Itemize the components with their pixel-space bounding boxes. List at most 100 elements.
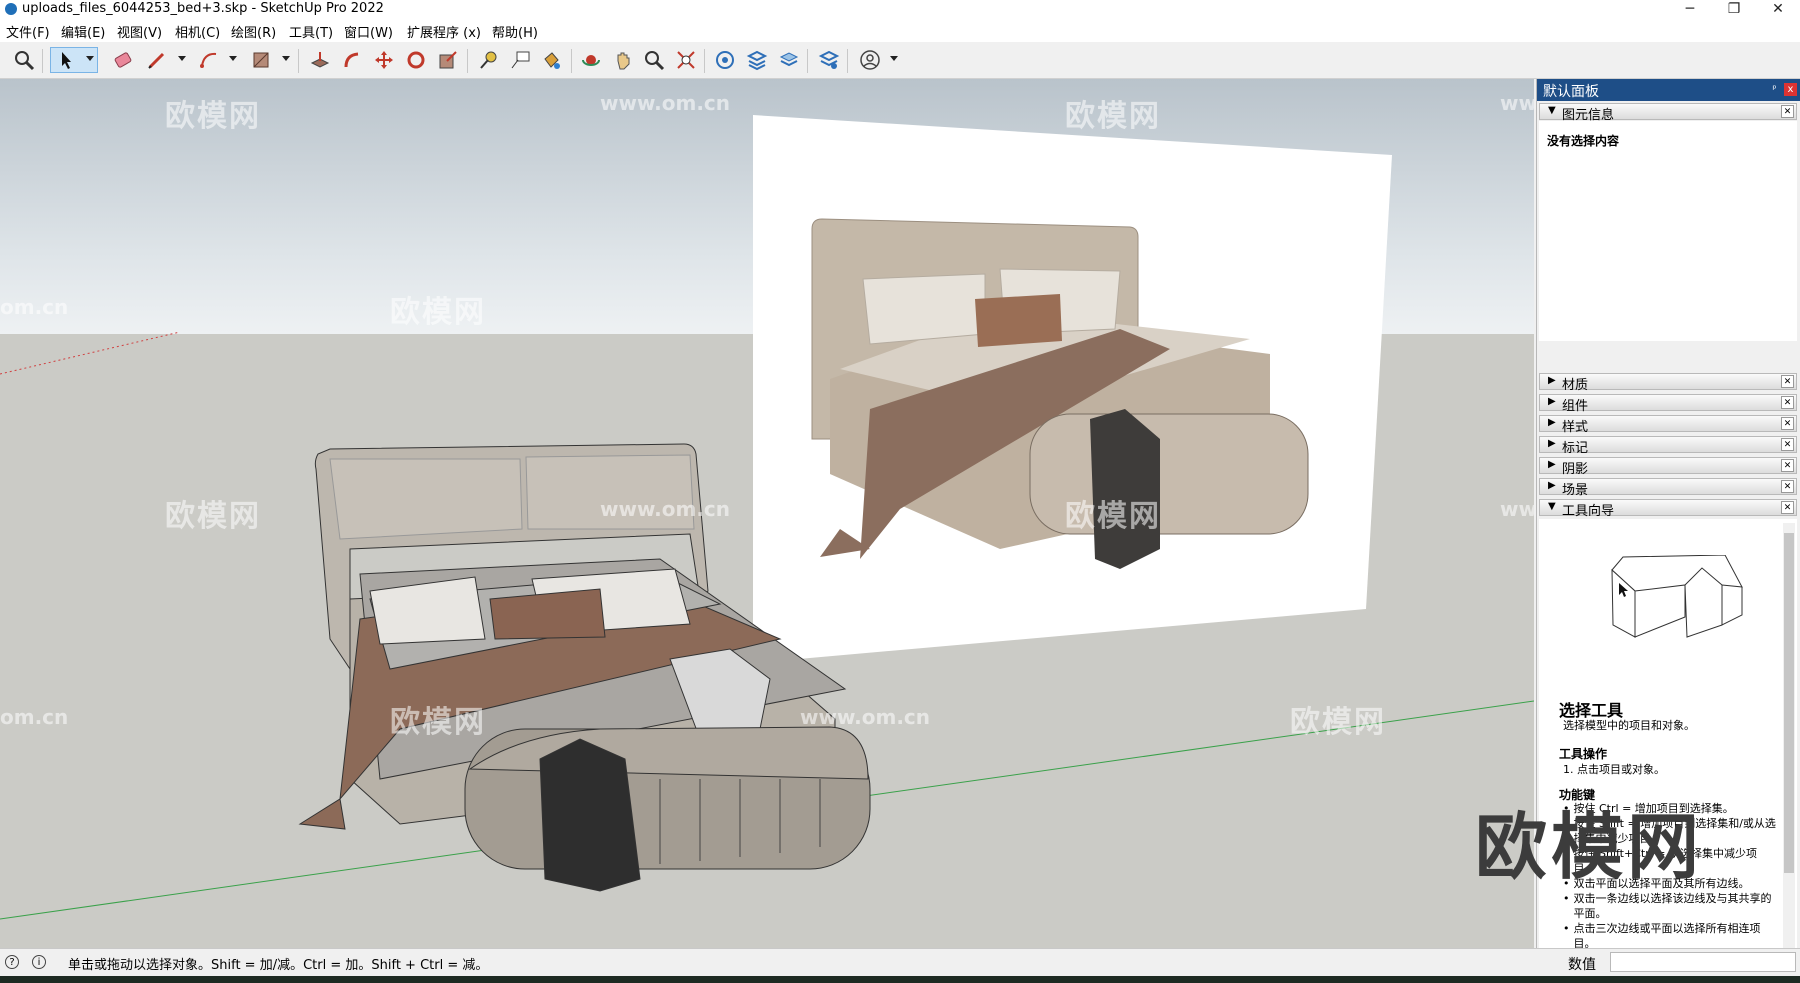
chevron-down-icon[interactable] xyxy=(282,56,290,61)
toolbar-separator xyxy=(704,49,705,73)
pan-icon[interactable] xyxy=(610,47,636,73)
watermark-text: 欧模网 xyxy=(1065,499,1161,534)
close-icon[interactable]: ✕ xyxy=(1781,438,1794,451)
layers-icon[interactable] xyxy=(776,47,802,73)
push-pull-icon[interactable] xyxy=(307,47,333,73)
brand-watermark: 欧模网 xyxy=(1475,805,1704,889)
menu-file[interactable]: 文件(F) xyxy=(6,22,50,41)
section-components[interactable]: ▶ 组件 ✕ xyxy=(1539,394,1797,414)
pin-icon[interactable]: ᵖ xyxy=(1768,83,1781,96)
toolbar-separator xyxy=(467,49,468,73)
chevron-down-icon[interactable] xyxy=(890,56,898,61)
section-label: 材质 xyxy=(1562,378,1589,393)
select-tool-illustration xyxy=(1611,555,1743,638)
close-icon[interactable]: ✕ xyxy=(1781,375,1794,388)
close-icon[interactable]: ✕ xyxy=(1781,105,1794,118)
pencil-icon[interactable] xyxy=(144,47,170,73)
section-instructor[interactable]: ▼ 工具向导 ✕ xyxy=(1539,499,1797,519)
status-bar: ? i 单击或拖动以选择对象。Shift = 加/减。Ctrl = 加。Shif… xyxy=(0,948,1800,977)
menu-help[interactable]: 帮助(H) xyxy=(492,22,538,41)
section-label: 工具向导 xyxy=(1562,504,1615,519)
close-icon[interactable]: ✕ xyxy=(1781,417,1794,430)
close-icon[interactable]: ✕ xyxy=(1781,480,1794,493)
section-tags[interactable]: ▶ 标记 ✕ xyxy=(1539,436,1797,456)
move-icon[interactable] xyxy=(371,47,397,73)
section-styles[interactable]: ▶ 样式 ✕ xyxy=(1539,415,1797,435)
toolbar-separator xyxy=(571,49,572,73)
status-message: 单击或拖动以选择对象。Shift = 加/减。Ctrl = 加。Shift + … xyxy=(68,958,489,973)
tray-title: 默认面板 xyxy=(1543,84,1599,100)
watermark-url: www.om.cn xyxy=(1500,497,1534,521)
maximize-button[interactable]: ❐ xyxy=(1712,0,1756,20)
menu-draw[interactable]: 绘图(R) xyxy=(231,22,276,41)
section-label: 样式 xyxy=(1562,420,1589,435)
section-shadows[interactable]: ▶ 阴影 ✕ xyxy=(1539,457,1797,477)
watermark-url: om.cn xyxy=(0,705,69,729)
chevron-down-icon[interactable] xyxy=(229,56,237,61)
menu-tools[interactable]: 工具(T) xyxy=(289,22,333,41)
watermark-text: 欧模网 xyxy=(390,705,486,740)
menu-view[interactable]: 视图(V) xyxy=(117,22,162,41)
account-icon[interactable] xyxy=(857,47,883,73)
list-item: • 点击三次边线或平面以选择所有相连项目。 xyxy=(1563,922,1761,950)
warehouse-icon[interactable] xyxy=(712,47,738,73)
minimize-button[interactable]: ─ xyxy=(1668,0,1712,20)
close-icon[interactable]: ✕ xyxy=(1781,396,1794,409)
collapsed-arrow-icon: ▶ xyxy=(1548,438,1556,449)
arc-icon[interactable] xyxy=(196,47,222,73)
text-icon[interactable] xyxy=(507,47,533,73)
instructor-scrollbar[interactable] xyxy=(1783,523,1795,981)
measurements-label: 数值 xyxy=(1568,957,1596,973)
watermark-url: www.om.cn xyxy=(600,497,731,521)
menu-camera[interactable]: 相机(C) xyxy=(175,22,220,41)
extension-manager-icon[interactable] xyxy=(816,47,842,73)
no-selection-message: 没有选择内容 xyxy=(1547,134,1620,148)
toolbar-separator xyxy=(847,49,848,73)
collapsed-arrow-icon: ▶ xyxy=(1548,375,1556,386)
list-item: • 双击一条边线以选择该边线及与其共享的平面。 xyxy=(1563,892,1772,920)
close-icon[interactable]: ✕ xyxy=(1781,501,1794,514)
zoom-icon[interactable] xyxy=(11,47,37,73)
rotate-icon[interactable] xyxy=(403,47,429,73)
collapsed-arrow-icon: ▶ xyxy=(1548,480,1556,491)
orbit-icon[interactable] xyxy=(578,47,604,73)
menu-window[interactable]: 窗口(W) xyxy=(344,22,393,41)
chevron-down-icon[interactable] xyxy=(178,56,186,61)
scale-icon[interactable] xyxy=(435,47,461,73)
rectangle-icon[interactable] xyxy=(248,47,274,73)
instructor-content: 选择工具 选择模型中的项目和对象。 工具操作 1. 点击项目或对象。 功能键 •… xyxy=(1539,519,1797,981)
entity-info-content: 没有选择内容 xyxy=(1539,121,1797,341)
watermark-text: 欧模网 xyxy=(1065,99,1161,134)
main-toolbar xyxy=(0,42,1800,79)
os-taskbar xyxy=(0,976,1800,983)
close-icon[interactable]: ✕ xyxy=(1781,459,1794,472)
model-viewport[interactable]: 欧模网 www.om.cn 欧模网 www.om.cn om.cn 欧模网 欧模… xyxy=(0,79,1534,948)
section-label: 标记 xyxy=(1562,441,1589,456)
section-entity-info[interactable]: ▼ 图元信息 ✕ xyxy=(1539,103,1797,123)
follow-me-icon[interactable] xyxy=(339,47,365,73)
close-button[interactable]: ✕ xyxy=(1756,0,1800,20)
section-materials[interactable]: ▶ 材质 ✕ xyxy=(1539,373,1797,393)
watermark-url: www.om.cn xyxy=(600,91,731,115)
close-icon[interactable]: x xyxy=(1784,83,1797,96)
menu-extensions[interactable]: 扩展程序 (x) xyxy=(407,22,481,41)
watermark-text: 欧模网 xyxy=(165,499,261,534)
measurements-input[interactable] xyxy=(1610,952,1796,972)
extension-icon[interactable] xyxy=(744,47,770,73)
watermark-text: 欧模网 xyxy=(165,99,261,134)
zoom-extents-icon[interactable] xyxy=(673,47,699,73)
watermark-url: om.cn xyxy=(0,295,69,319)
toolbar-separator xyxy=(298,49,299,73)
tape-measure-icon[interactable] xyxy=(475,47,501,73)
collapsed-arrow-icon: ▶ xyxy=(1548,459,1556,470)
info-icon[interactable]: i xyxy=(32,955,46,969)
watermark-text: 欧模网 xyxy=(1290,295,1386,330)
chevron-down-icon[interactable] xyxy=(86,56,94,61)
paint-bucket-icon[interactable] xyxy=(538,47,564,73)
section-scenes[interactable]: ▶ 场景 ✕ xyxy=(1539,478,1797,498)
eraser-icon[interactable] xyxy=(110,47,136,73)
geo-location-icon[interactable]: ? xyxy=(5,955,19,969)
menu-edit[interactable]: 编辑(E) xyxy=(61,22,105,41)
zoom-window-icon[interactable] xyxy=(641,47,667,73)
scrollbar-thumb[interactable] xyxy=(1784,533,1794,873)
